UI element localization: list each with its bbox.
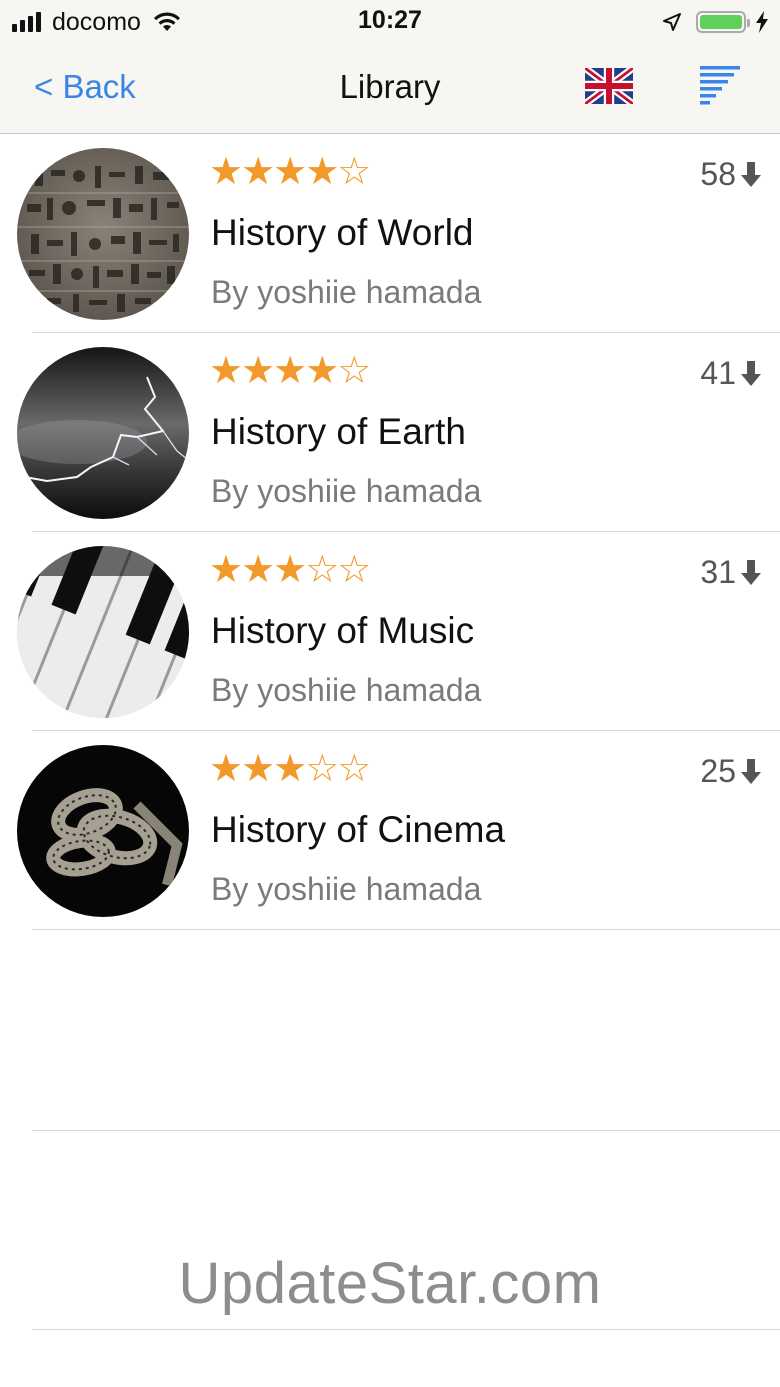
download-count[interactable]: 31 <box>700 554 762 591</box>
lightning-image <box>17 347 189 519</box>
list-item[interactable]: ★★★★☆ History of Earth By yoshiie hamada… <box>0 333 780 532</box>
battery-fill <box>700 15 742 29</box>
download-count-value: 41 <box>700 355 736 391</box>
download-arrow-icon <box>741 161 761 187</box>
watermark: UpdateStar.com <box>178 1251 602 1316</box>
book-author: By yoshiie hamada <box>211 274 482 310</box>
book-author: By yoshiie hamada <box>211 473 482 509</box>
location-arrow-icon <box>663 13 681 31</box>
list-item[interactable]: ★★★☆☆ History of Cinema By yoshiie hamad… <box>0 731 780 930</box>
book-author: By yoshiie hamada <box>211 871 482 907</box>
book-title: History of Music <box>211 610 475 651</box>
app-screen: docomo 10:27 < Back Library ★★★★☆ Histor… <box>0 0 780 1387</box>
charging-bolt-icon <box>756 11 768 33</box>
piano-keys-image <box>17 546 189 718</box>
download-count-value: 31 <box>700 554 736 590</box>
rating-stars: ★★★☆☆ <box>209 748 371 790</box>
rating-stars: ★★★★☆ <box>209 151 371 193</box>
download-count[interactable]: 58 <box>700 156 762 193</box>
download-count[interactable]: 41 <box>700 355 762 392</box>
book-title: History of Earth <box>211 411 466 452</box>
empty-row-divider <box>32 1130 780 1131</box>
download-count-value: 58 <box>700 156 736 192</box>
download-arrow-icon <box>741 360 761 386</box>
list-item[interactable]: ★★★★☆ History of World By yoshiie hamada… <box>0 134 780 333</box>
rating-stars: ★★★★☆ <box>209 350 371 392</box>
navigation-bar: < Back Library <box>0 44 780 134</box>
list-item[interactable]: ★★★☆☆ History of Music By yoshiie hamada… <box>0 532 780 731</box>
row-divider <box>32 929 780 930</box>
status-right <box>662 8 768 36</box>
sort-lines-icon[interactable] <box>700 66 742 106</box>
battery-tip <box>747 19 750 27</box>
download-arrow-icon <box>741 559 761 585</box>
book-title: History of World <box>211 212 474 253</box>
download-count-value: 25 <box>700 753 736 789</box>
rating-stars: ★★★☆☆ <box>209 549 371 591</box>
book-title: History of Cinema <box>211 809 506 850</box>
book-list: ★★★★☆ History of World By yoshiie hamada… <box>0 134 780 930</box>
book-author: By yoshiie hamada <box>211 672 482 708</box>
empty-row-divider <box>32 1329 780 1330</box>
hieroglyph-image <box>17 148 189 320</box>
film-reel-image <box>17 745 189 917</box>
status-bar: docomo 10:27 <box>0 0 780 44</box>
uk-flag-icon[interactable] <box>585 68 633 104</box>
download-arrow-icon <box>741 758 761 784</box>
download-count[interactable]: 25 <box>700 753 762 790</box>
page-title: Library <box>339 68 441 105</box>
battery-icon <box>696 11 750 33</box>
